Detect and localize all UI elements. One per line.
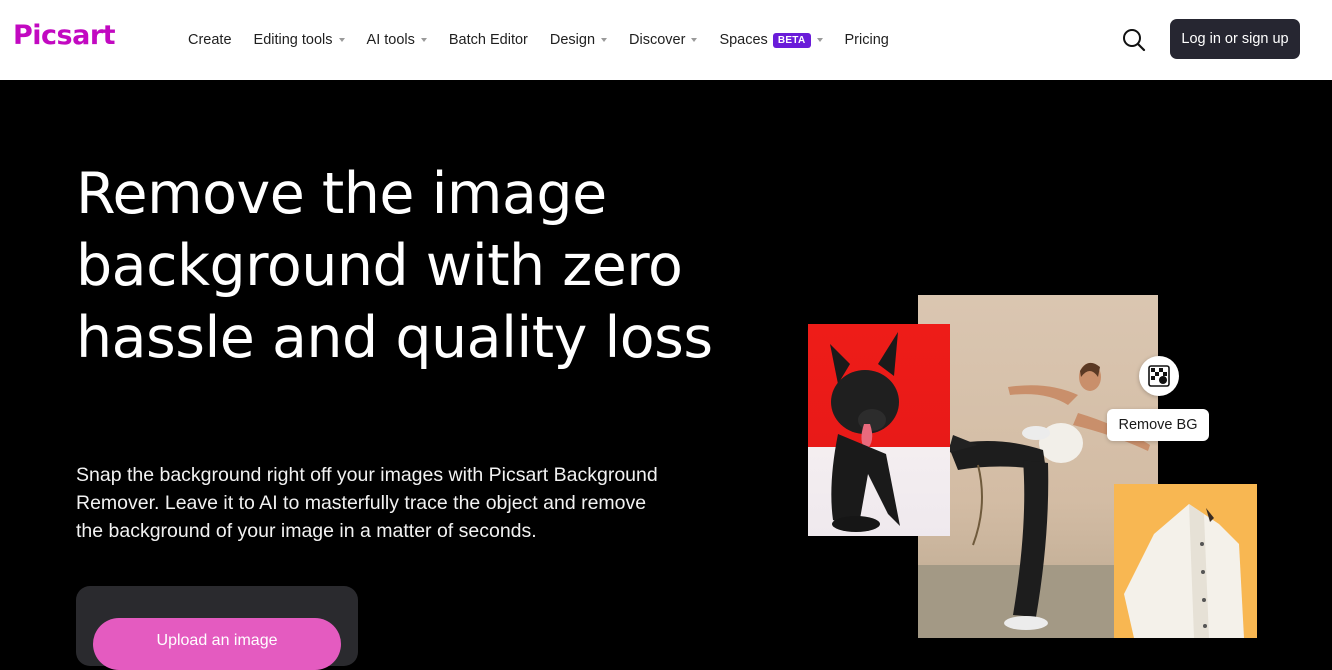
nav-item-discover[interactable]: Discover <box>629 32 698 48</box>
nav-item-label: Editing tools <box>253 32 333 48</box>
top-navbar: Picsart Create Editing tools AI tools Ba… <box>0 0 1332 80</box>
nav-item-ai-tools[interactable]: AI tools <box>367 32 427 48</box>
hero-title: Remove the image background with zero ha… <box>76 161 713 371</box>
nav-item-editing-tools[interactable]: Editing tools <box>254 32 345 48</box>
upload-card: Upload an image <box>76 586 358 670</box>
main-nav: Create Editing tools AI tools Batch Edit… <box>188 0 911 80</box>
nav-item-design[interactable]: Design <box>549 32 608 48</box>
nav-item-batch-editor[interactable]: Batch Editor <box>449 32 528 48</box>
upload-image-button[interactable]: Upload an image <box>93 618 341 670</box>
chevron-down-icon <box>338 38 345 42</box>
remove-bg-tooltip[interactable]: Remove BG <box>1107 409 1209 441</box>
login-signup-button[interactable]: Log in or sign up <box>1170 19 1300 59</box>
nav-item-label: Pricing <box>844 32 889 48</box>
nav-item-label: Discover <box>629 32 686 48</box>
checkerboard-icon[interactable] <box>1139 356 1179 396</box>
chevron-down-icon <box>816 38 823 42</box>
nav-item-spaces[interactable]: Spaces BETA <box>719 32 823 48</box>
nav-item-create[interactable]: Create <box>188 32 232 48</box>
picsart-logo[interactable]: Picsart <box>13 20 116 51</box>
beta-badge: BETA <box>772 32 811 48</box>
chevron-down-icon <box>420 38 427 42</box>
dog-photo <box>808 324 950 536</box>
nav-item-label: AI tools <box>366 32 415 48</box>
cardigan-photo <box>1114 484 1257 638</box>
nav-item-pricing[interactable]: Pricing <box>845 32 889 48</box>
nav-item-label: Design <box>549 32 596 48</box>
nav-item-label: Spaces <box>719 32 768 48</box>
chevron-down-icon <box>691 38 698 42</box>
nav-item-label: Batch Editor <box>448 32 528 48</box>
nav-item-label: Create <box>188 32 232 48</box>
search-icon[interactable] <box>1121 27 1147 53</box>
chevron-down-icon <box>601 38 608 42</box>
hero-description: Snap the background right off your image… <box>76 464 658 542</box>
